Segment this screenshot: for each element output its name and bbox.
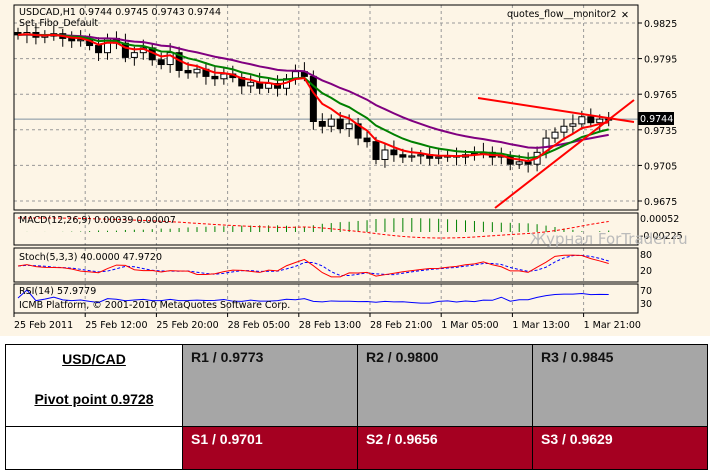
time-tick-label: 1 Mar 21:00: [584, 320, 641, 331]
r2-cell: R2 / 0.9800: [357, 344, 533, 427]
watermark: Журнал ForTrader.ru: [530, 230, 688, 248]
pivot-table: USD/CAD Pivot point 0.9728 R1 / 0.9773 R…: [5, 344, 708, 470]
candle: [417, 154, 425, 157]
price-tick-label: 0.9795: [644, 55, 677, 66]
chart-canvas[interactable]: 0.9825 0.9795 0.9765 0.9735 0.9705 0.9675 25 F…: [0, 0, 710, 336]
r3-cell: R3 / 0.9845: [532, 344, 708, 427]
candle: [327, 118, 335, 127]
candle: [247, 81, 255, 87]
candle: [569, 123, 577, 127]
s2-cell: S2 / 0.9656: [357, 426, 533, 470]
time-tick-label: 28 Feb 05:00: [228, 320, 290, 331]
price-tick-label: 0.9705: [644, 161, 677, 172]
candle: [336, 118, 344, 130]
support-trendline[interactable]: [494, 99, 635, 209]
expert-name: quotes_flow__monitor2: [507, 9, 616, 20]
candle: [390, 149, 398, 156]
stoch-axis-20: 20: [640, 266, 652, 277]
candle: [587, 116, 595, 124]
macd-label: MACD(12,26,9) 0.00039 0.00007: [19, 215, 176, 226]
pair-title: USD/CAD: [62, 351, 126, 367]
price-tick-label: 0.9825: [644, 19, 677, 30]
s3-cell: S3 / 0.9629: [532, 426, 708, 470]
time-tick-label: 25 Feb 20:00: [156, 320, 218, 331]
candle: [184, 69, 192, 74]
rsi-axis-30: 30: [640, 299, 652, 310]
time-tick-label: 25 Feb 2011: [14, 320, 73, 331]
candle: [318, 120, 326, 127]
time-tick-label: 25 Feb 12:00: [85, 320, 147, 331]
stoch-axis-80: 80: [640, 250, 652, 261]
candle: [560, 125, 568, 133]
candle: [193, 68, 201, 74]
candle: [524, 161, 532, 165]
price-tick-label: 0.9735: [644, 126, 677, 137]
rsi-label: RSI(14) 57.9779: [19, 286, 96, 297]
chart-header: USDCAD,H1 0.9744 0.9745 0.9743 0.9744: [19, 7, 221, 18]
candle: [220, 73, 228, 80]
price-tick-label: 0.9765: [644, 90, 677, 101]
candle: [95, 45, 103, 54]
copyright: ICMB Platform, © 2001-2010 MetaQuotes So…: [19, 300, 290, 311]
current-price-label: 0.9744: [640, 114, 673, 125]
time-tick-label: 28 Feb 21:00: [370, 320, 432, 331]
time-tick-label: 1 Mar 13:00: [512, 320, 569, 331]
candle: [157, 59, 165, 66]
candle: [363, 137, 371, 143]
candle: [381, 149, 389, 160]
candle: [211, 75, 219, 80]
candle: [551, 131, 559, 139]
price-tick-label: 0.9675: [644, 197, 677, 208]
candle: [515, 161, 523, 165]
candle: [399, 154, 407, 158]
candle: [578, 116, 586, 125]
price-chart[interactable]: 0.9825 0.9795 0.9765 0.9735 0.9705 0.9675 25 F…: [0, 0, 710, 336]
close-x-icon[interactable]: ✕: [621, 10, 629, 21]
candle: [408, 155, 416, 158]
candle: [130, 52, 138, 58]
empty-cell: [5, 426, 183, 470]
pair-cell: USD/CAD Pivot point 0.9728: [5, 344, 183, 427]
time-tick-label: 1 Mar 05:00: [441, 320, 498, 331]
s1-cell: S1 / 0.9701: [182, 426, 358, 470]
template-name: Set_Fibo_Default: [19, 18, 98, 29]
candle: [372, 141, 380, 160]
time-tick-label: 28 Feb 13:00: [299, 320, 361, 331]
candle: [596, 118, 604, 124]
rsi-axis-70: 70: [640, 286, 652, 297]
pivot-point: Pivot point 0.9728: [34, 391, 154, 407]
candle: [345, 123, 353, 130]
r1-cell: R1 / 0.9773: [182, 344, 358, 427]
candle: [435, 156, 443, 159]
macd-axis-top: 0.00052: [640, 214, 679, 225]
stoch-label: Stoch(5,3,3) 40.0000 47.9720: [19, 252, 162, 263]
